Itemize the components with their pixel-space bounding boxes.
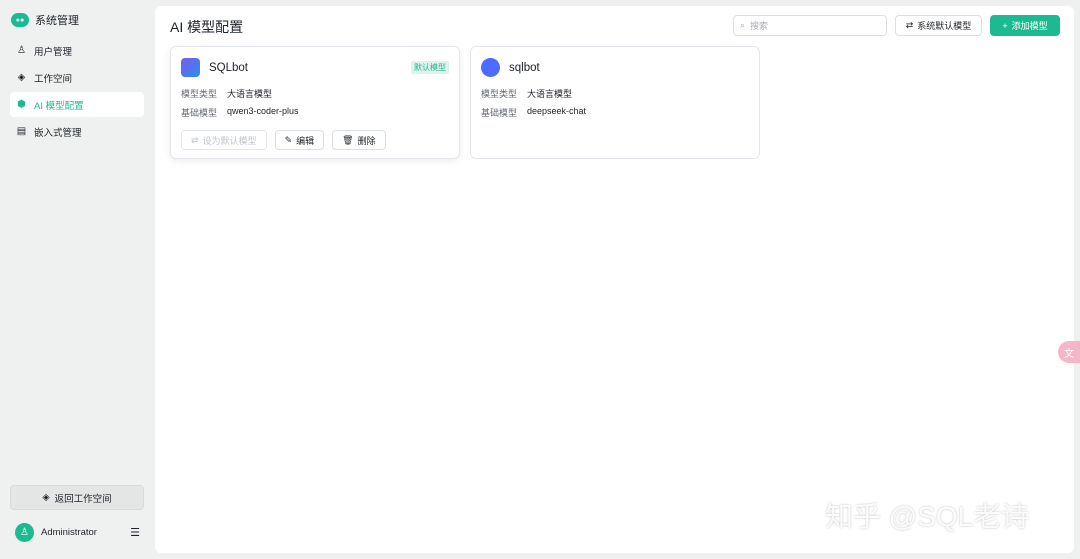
user-profile[interactable]: ♙ Administrator ☰ <box>15 523 140 542</box>
trash-icon: 🗑 <box>342 134 354 145</box>
model-name: sqlbot <box>509 61 540 74</box>
sidebar-nav: ♙ 用户管理 ◈ 工作空间 ⬢ AI 模型配置 ▤ 嵌入式管理 <box>10 38 144 146</box>
collapse-sidebar-icon[interactable]: ☰ <box>130 526 140 539</box>
qwen-logo-icon <box>181 58 200 77</box>
base-model: qwen3-coder-plus <box>227 106 299 116</box>
button-label: 添加模型 <box>1011 21 1048 31</box>
page-title: AI 模型配置 <box>170 19 244 35</box>
deepseek-logo-icon <box>481 58 500 77</box>
back-label: 返回工作空间 <box>54 493 112 505</box>
app-logo-icon: ●● <box>11 13 29 27</box>
sidebar: ●● 系统管理 ♙ 用户管理 ◈ 工作空间 ⬢ AI 模型配置 ▤ 嵌入式管理 ◈ 返回工作… <box>0 0 152 559</box>
brand-title: 系统管理 <box>35 15 79 27</box>
default-badge: 默认模型 <box>411 61 449 74</box>
set-default-button[interactable]: ⇄ 设为默认模型 <box>181 130 267 150</box>
model-card[interactable]: SQLbot 默认模型 模型类型 大语言模型 基础模型 qwen3-coder-pl… <box>170 46 460 159</box>
back-to-workspace-button[interactable]: ◈ 返回工作空间 <box>10 485 144 510</box>
sidebar-item-label: AI 模型配置 <box>34 100 84 112</box>
model-type: 大语言模型 <box>227 89 273 99</box>
avatar: ♙ <box>15 523 34 542</box>
model-name: SQLbot <box>209 61 248 74</box>
label: 基础模型 <box>481 108 518 118</box>
switch-icon: ⇄ <box>905 20 914 30</box>
search-placeholder: 搜索 <box>750 21 769 31</box>
base-model: deepseek-chat <box>527 106 587 116</box>
sidebar-item-label: 嵌入式管理 <box>34 127 82 139</box>
layers-icon: ◈ <box>42 492 50 503</box>
sidebar-item-label: 用户管理 <box>34 46 73 58</box>
sidebar-item-embedded[interactable]: ▤ 嵌入式管理 <box>10 119 144 144</box>
window-icon: ▤ <box>16 126 27 137</box>
sidebar-item-workspace[interactable]: ◈ 工作空间 <box>10 65 144 90</box>
search-icon: ⌕ <box>740 20 746 30</box>
brand: ●● 系统管理 <box>11 12 79 28</box>
user-icon: ♙ <box>17 45 26 56</box>
system-default-model-button[interactable]: ⇄ 系统默认模型 <box>895 15 982 36</box>
main-panel: AI 模型配置 ⌕ 搜索 ⇄ 系统默认模型 + 添加模型 SQLbot 默认模型 模型… <box>155 6 1074 553</box>
button-label: 编辑 <box>296 135 315 146</box>
button-label: 设为默认模型 <box>202 135 257 146</box>
sidebar-item-users[interactable]: ♙ 用户管理 <box>10 38 144 63</box>
label: 模型类型 <box>181 89 218 99</box>
sidebar-item-label: 工作空间 <box>34 73 73 85</box>
model-type: 大语言模型 <box>527 89 573 99</box>
switch-icon: ⇄ <box>191 134 199 145</box>
cube-icon: ⬢ <box>17 99 26 110</box>
add-model-button[interactable]: + 添加模型 <box>990 15 1060 36</box>
plus-icon: + <box>1002 20 1008 31</box>
delete-button[interactable]: 🗑 删除 <box>332 130 386 150</box>
translate-float-button[interactable]: 文 <box>1058 341 1080 363</box>
label: 基础模型 <box>181 108 218 118</box>
model-card[interactable]: sqlbot 模型类型 大语言模型 基础模型 deepseek-chat <box>470 46 760 159</box>
button-label: 删除 <box>357 135 376 146</box>
button-label: 系统默认模型 <box>917 21 972 31</box>
sidebar-item-ai-model[interactable]: ⬢ AI 模型配置 <box>10 92 144 117</box>
label: 模型类型 <box>481 89 518 99</box>
watermark: 知乎 @SQL老诗 <box>825 501 1030 532</box>
edit-button[interactable]: ✎ 编辑 <box>274 130 325 150</box>
edit-icon: ✎ <box>284 134 293 145</box>
username: Administrator <box>41 527 97 538</box>
layers-icon: ◈ <box>17 72 26 83</box>
search-input[interactable]: ⌕ 搜索 <box>733 15 887 36</box>
